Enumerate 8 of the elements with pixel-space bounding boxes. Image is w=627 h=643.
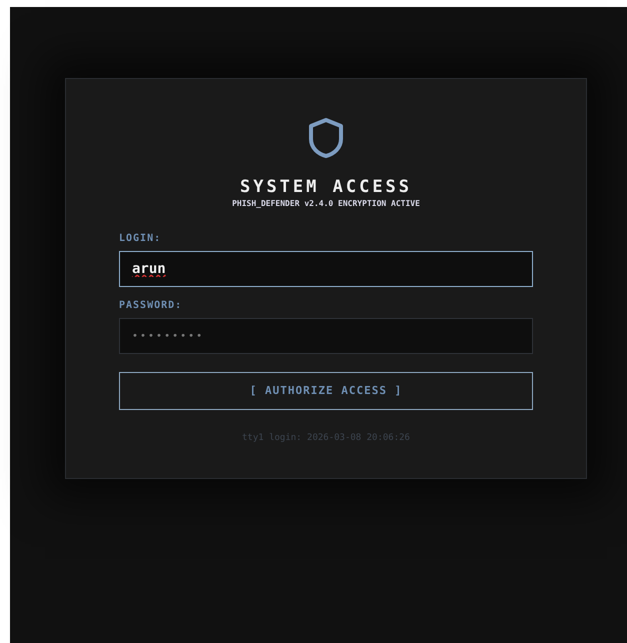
title: SYSTEM ACCESS <box>240 179 412 196</box>
field-label: PASSWORD: <box>119 301 184 311</box>
login-field[interactable]: arun <box>119 251 533 287</box>
authorize-button[interactable]: [ AUTHORIZE ACCESS ] <box>119 372 533 410</box>
subtitle: PHISH_DEFENDER v2.4.0 ENCRYPTION ACTIVE <box>232 200 420 208</box>
shield-icon <box>308 117 344 159</box>
field-label: LOGIN: <box>119 234 162 244</box>
password-field[interactable]: ••••••••• <box>119 318 533 354</box>
